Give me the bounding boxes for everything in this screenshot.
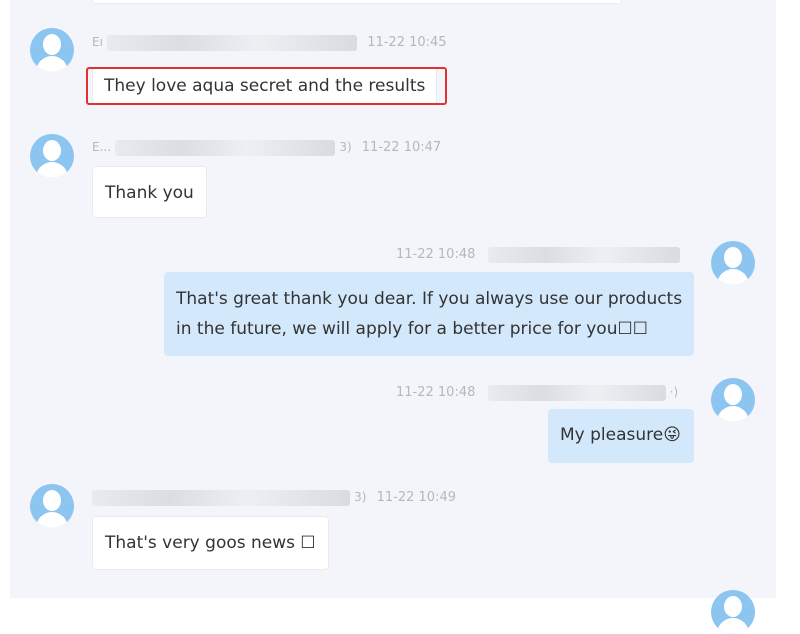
message-meta: Eı 11-22 10:45 [92,32,447,52]
sender-name-redacted [487,246,680,263]
message-time: 11-22 10:48 [396,247,476,262]
highlight-annotation [86,67,447,105]
sender-name: Eı [92,35,103,49]
user-avatar-icon[interactable] [711,241,755,285]
user-avatar-icon[interactable] [30,484,74,528]
user-avatar-icon[interactable] [711,590,755,634]
avatar-body-shape [36,56,68,72]
sender-name-tail: 3) [354,490,367,504]
message-time: 11-22 10:48 [396,385,476,400]
message-bubble[interactable]: That's very goos news ☐ [92,516,329,570]
sender-name-redacted [487,384,666,401]
avatar-head-shape [724,247,742,268]
message-meta: E... 3) 11-22 10:47 [92,137,441,157]
message-meta: 11-22 10:48 ·) [396,382,678,402]
message-meta: 11-22 10:48 [396,245,680,265]
chat-message-list[interactable]: Eı 11-22 10:45 They love aqua secret and… [10,0,776,634]
sender-name-redacted [107,34,358,51]
avatar-body-shape [36,512,68,528]
message-bubble[interactable]: My pleasure😜 [548,409,694,463]
avatar-head-shape [43,140,61,161]
user-avatar-icon[interactable] [30,134,74,178]
message-bubble[interactable]: That's great thank you dear. If you alwa… [164,272,694,356]
message-text-line: That's great thank you dear. If you alwa… [176,289,683,309]
message-text-line: in the future, we will apply for a bette… [176,319,648,339]
avatar-head-shape [724,384,742,405]
avatar-head-shape [43,490,61,511]
user-avatar-icon[interactable] [711,378,755,422]
message-text: My pleasure😜 [560,425,681,445]
message-text: That's very goos news ☐ [105,533,316,553]
avatar-body-shape [717,618,749,634]
avatar-body-shape [717,406,749,422]
message-time: 11-22 10:47 [361,140,442,155]
message-bubble-cut-off [92,0,622,4]
sender-name: E... [92,140,112,154]
message-text: Thank you [105,183,194,203]
avatar-body-shape [717,269,749,285]
sender-name-tail: ·) [669,385,679,399]
sender-name-tail: 3) [339,140,352,154]
avatar-head-shape [43,34,61,55]
user-avatar-icon[interactable] [30,28,74,72]
message-meta: 3) 11-22 10:49 [92,487,456,507]
message-time: 11-22 10:45 [367,35,447,50]
sender-name-redacted [92,489,350,506]
message-time: 11-22 10:49 [376,490,456,505]
sender-name-redacted [115,139,336,156]
avatar-body-shape [36,162,68,178]
message-bubble[interactable]: Thank you [92,166,207,218]
avatar-head-shape [724,596,742,617]
